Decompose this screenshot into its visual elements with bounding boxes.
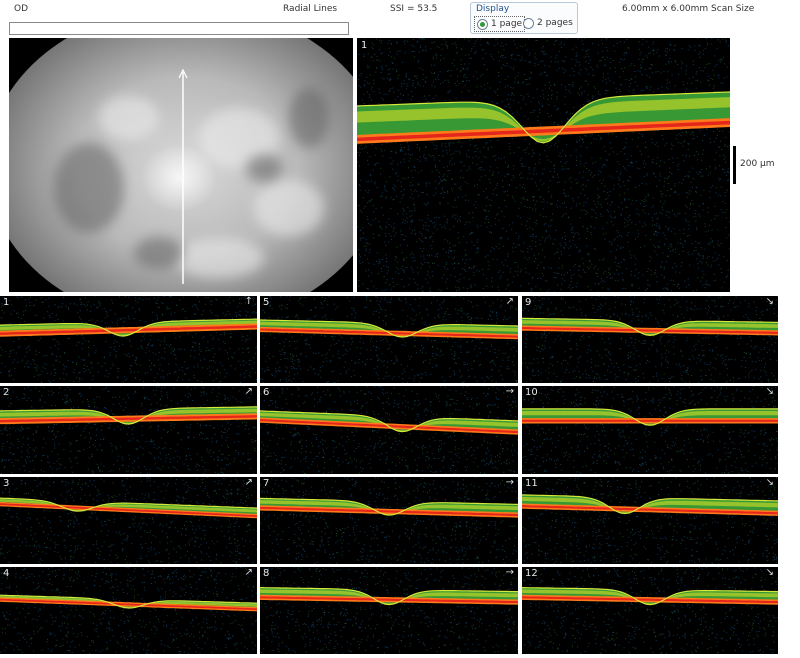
- display-legend: Display: [476, 4, 510, 14]
- bscan-thumbnail[interactable]: 5 ↗: [260, 296, 518, 383]
- scan-pattern-label: Radial Lines: [283, 4, 338, 14]
- bscan-thumbnail[interactable]: 11 ↘: [522, 477, 778, 564]
- scan-direction-arrow-icon: ↑: [244, 296, 253, 307]
- scan-direction-arrow-icon: ↘: [765, 296, 774, 307]
- radio-selected-icon[interactable]: [477, 18, 488, 30]
- fundus-info-field: [9, 22, 349, 35]
- scan-direction-arrow-icon: →: [505, 386, 514, 397]
- bscan-thumbnail[interactable]: 1 ↑: [0, 296, 257, 383]
- scan-direction-arrow-icon: ↗: [244, 386, 253, 397]
- bscan-thumbnail-image: [0, 477, 257, 564]
- bscan-thumbnail[interactable]: 4 ↗: [0, 567, 257, 654]
- scan-direction-arrow-icon: ↘: [765, 477, 774, 488]
- bscan-thumbnail-image: [0, 567, 257, 654]
- eye-label: OD: [14, 4, 29, 14]
- bscan-thumbnail-image: [522, 296, 778, 383]
- scan-direction-arrow-icon: ↗: [505, 296, 514, 307]
- fundus-image: [9, 38, 353, 292]
- scan-direction-arrow-icon: →: [505, 567, 514, 578]
- scale-bar-label: 200 µm: [740, 159, 775, 169]
- thumbnail-number: 8: [263, 568, 270, 579]
- thumbnail-number: 3: [3, 478, 10, 489]
- bscan-thumbnail-image: [260, 477, 518, 564]
- bscan-thumbnail-image: [0, 386, 257, 474]
- display-options-group: Display 1 page 2 pages: [470, 2, 578, 34]
- scan-direction-arrow-icon: ↗: [244, 567, 253, 578]
- thumbnail-number: 6: [263, 387, 270, 398]
- ssi-value: SSI = 53.5: [390, 4, 438, 14]
- thumbnail-number: 11: [525, 478, 538, 489]
- bscan-thumbnail-image: [522, 386, 778, 474]
- display-1-page-radio[interactable]: 1 page: [474, 16, 526, 32]
- thumbnail-number: 12: [525, 568, 538, 579]
- bscan-thumbnail[interactable]: 3 ↗: [0, 477, 257, 564]
- bscan-thumbnail-image: [522, 477, 778, 564]
- bscan-thumbnail[interactable]: 9 ↘: [522, 296, 778, 383]
- bscan-thumbnail-image: [260, 386, 518, 474]
- thumbnail-number: 5: [263, 297, 270, 308]
- thumbnail-number: 1: [3, 297, 10, 308]
- scan-size-label: 6.00mm x 6.00mm Scan Size: [622, 4, 755, 14]
- scan-direction-arrow-icon: ↘: [765, 567, 774, 578]
- radio-unselected-icon[interactable]: [523, 17, 534, 29]
- main-bscan-image: 1: [357, 38, 730, 292]
- main-scan-number: 1: [361, 40, 368, 51]
- thumbnail-number: 10: [525, 387, 538, 398]
- thumbnail-number: 9: [525, 297, 532, 308]
- bscan-thumbnail-image: [260, 567, 518, 654]
- scale-bar: [733, 146, 736, 184]
- bscan-thumbnail[interactable]: 8 →: [260, 567, 518, 654]
- bscan-thumbnail[interactable]: 7 →: [260, 477, 518, 564]
- bscan-thumbnail[interactable]: 10 ↘: [522, 386, 778, 474]
- bscan-thumbnail[interactable]: 6 →: [260, 386, 518, 474]
- display-1-page-label: 1 page: [491, 19, 523, 29]
- bscan-thumbnail[interactable]: 2 ↗: [0, 386, 257, 474]
- thumbnail-number: 2: [3, 387, 10, 398]
- display-2-pages-label: 2 pages: [537, 18, 573, 28]
- bscan-thumbnail-image: [0, 296, 257, 383]
- scan-direction-arrow-icon: ↘: [765, 386, 774, 397]
- thumbnail-number: 7: [263, 478, 270, 489]
- bscan-thumbnail-image: [260, 296, 518, 383]
- display-2-pages-radio[interactable]: 2 pages: [523, 16, 573, 30]
- thumbnail-number: 4: [3, 568, 10, 579]
- scan-direction-arrow-icon: ↗: [244, 477, 253, 488]
- bscan-thumbnail-image: [522, 567, 778, 654]
- bscan-thumbnail[interactable]: 12 ↘: [522, 567, 778, 654]
- scan-direction-arrow-icon: →: [505, 477, 514, 488]
